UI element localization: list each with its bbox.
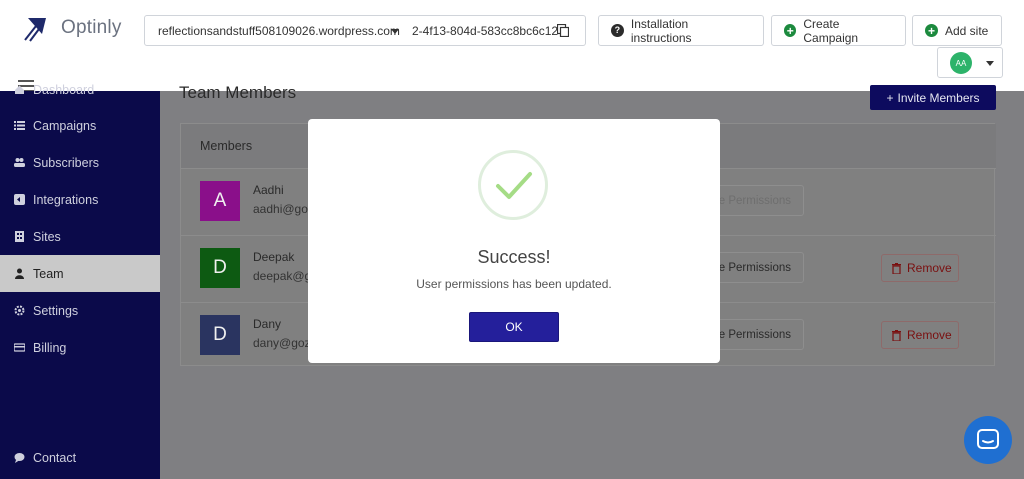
installation-instructions-label: Installation instructions (630, 16, 692, 45)
home-icon (15, 85, 24, 94)
site-id-text: 2-4f13-804d-583cc8bc6c12 (412, 23, 559, 38)
remove-label: Remove (907, 261, 952, 275)
gear-icon (14, 305, 25, 316)
sidebar-item-integrations[interactable]: Integrations (0, 181, 160, 218)
trash-icon (892, 262, 901, 274)
sidebar-item-sites[interactable]: Sites (0, 218, 160, 255)
dialog-title: Success! (477, 247, 551, 267)
question-icon: ? (611, 24, 624, 37)
ok-button[interactable]: OK (469, 312, 559, 342)
sidebar-item-team[interactable]: Team (0, 255, 160, 292)
site-select[interactable]: reflectionsandstuff508109026.wordpress.c… (144, 15, 412, 46)
remove-label: Remove (907, 328, 952, 342)
sidebar: Dashboard Campaigns Subscribers Integrat… (0, 83, 160, 479)
sidebar-item-billing[interactable]: Billing (0, 329, 160, 366)
list-icon (14, 121, 25, 130)
invite-members-label: Invite Members (897, 90, 980, 105)
installation-instructions-button[interactable]: ? Installation instructions (598, 15, 764, 46)
remove-button[interactable]: Remove (881, 321, 959, 349)
change-permissions-label: ge Permissions (712, 261, 791, 274)
sidebar-item-label: Contact (33, 450, 77, 465)
sidebar-item-campaigns[interactable]: Campaigns (0, 107, 160, 144)
integrations-icon (14, 194, 25, 205)
copy-icon[interactable] (557, 24, 569, 37)
change-permissions-label: ge Permissions (712, 194, 791, 207)
avatar: D (200, 315, 240, 355)
credit-card-icon (14, 343, 25, 352)
avatar: D (200, 248, 240, 288)
member-name: Aadhi (253, 183, 284, 197)
users-icon (14, 158, 25, 167)
page-title: Team Members (179, 83, 297, 102)
chevron-down-icon (391, 29, 399, 34)
trash-icon (892, 329, 901, 341)
member-email: dany@goz (253, 336, 311, 350)
create-campaign-label: Create Campaign (803, 16, 859, 45)
sidebar-item-subscribers[interactable]: Subscribers (0, 144, 160, 181)
change-permissions-label: ge Permissions (712, 328, 791, 341)
sidebar-item-label: Team (33, 266, 64, 281)
logo-text: Optinly (61, 17, 122, 38)
sidebar-item-label: Billing (33, 340, 67, 355)
building-icon (15, 231, 24, 242)
sidebar-item-dashboard[interactable]: Dashboard (0, 71, 160, 108)
chat-bubble-icon (977, 429, 999, 449)
dialog-message: User permissions has been updated. (416, 277, 612, 291)
logo[interactable]: Optinly (22, 14, 122, 42)
chevron-down-icon (986, 61, 994, 66)
sidebar-item-label: Sites (33, 229, 61, 244)
remove-button[interactable]: Remove (881, 254, 959, 282)
member-name: Dany (253, 317, 282, 331)
user-plus-icon: + (886, 90, 894, 105)
invite-members-button[interactable]: + Invite Members (870, 85, 996, 110)
avatar: A (200, 181, 240, 221)
avatar: AA (950, 52, 972, 74)
sidebar-item-label: Subscribers (33, 155, 99, 170)
members-column-header: Members (200, 139, 253, 153)
sidebar-item-label: Dashboard (33, 82, 95, 97)
user-menu-button[interactable]: AA (937, 47, 1003, 78)
chat-widget-button[interactable] (964, 416, 1012, 464)
user-icon (15, 268, 24, 279)
plus-circle-icon: + (784, 24, 797, 37)
create-campaign-button[interactable]: + Create Campaign (771, 15, 906, 46)
sidebar-item-label: Settings (33, 303, 79, 318)
sidebar-item-contact[interactable]: Contact (0, 439, 160, 476)
success-dialog: Success! User permissions has been updat… (308, 119, 720, 363)
chat-icon (14, 453, 25, 463)
plus-circle-icon: + (925, 24, 938, 37)
member-email: aadhi@goz (253, 202, 314, 216)
member-name: Deepak (253, 250, 295, 264)
optinly-logo-icon (24, 18, 46, 42)
add-site-label: Add site (945, 23, 989, 38)
add-site-button[interactable]: + Add site (912, 15, 1002, 46)
site-select-value: reflectionsandstuff508109026.wordpress.c… (158, 23, 400, 38)
sidebar-item-label: Integrations (33, 192, 99, 207)
site-id-field[interactable]: 2-4f13-804d-583cc8bc6c12 (408, 15, 586, 46)
success-check-icon (478, 150, 548, 220)
sidebar-item-settings[interactable]: Settings (0, 292, 160, 329)
sidebar-item-label: Campaigns (33, 118, 97, 133)
